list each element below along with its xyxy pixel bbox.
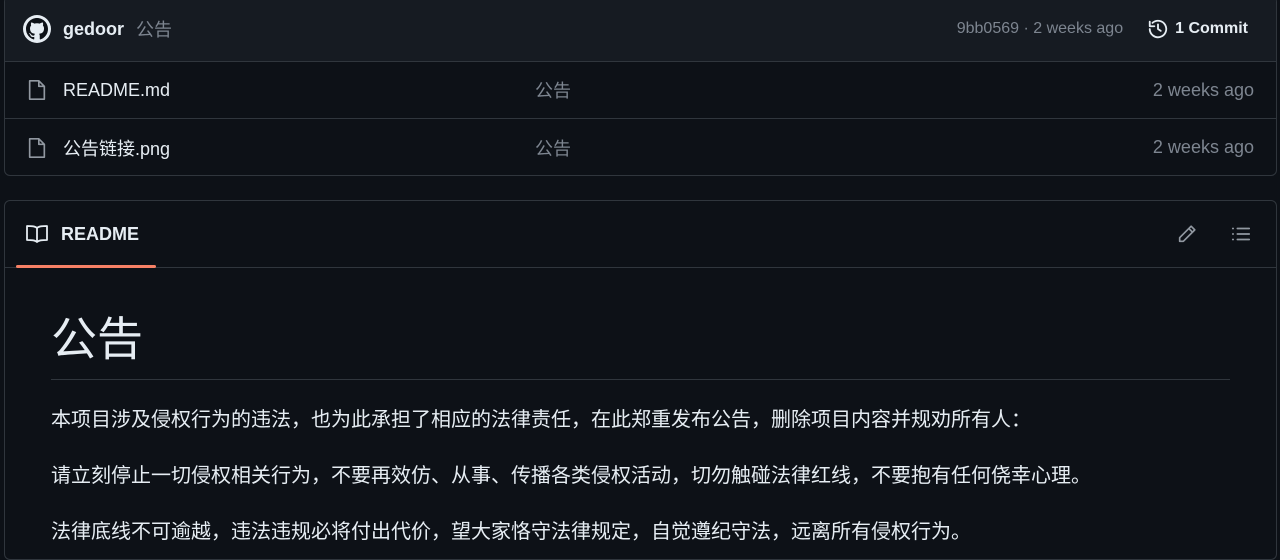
commit-history-link[interactable]: 1 Commit: [1147, 18, 1248, 40]
edit-readme-button[interactable]: [1176, 223, 1198, 245]
file-name-link[interactable]: README.md: [63, 80, 535, 101]
file-commit-message[interactable]: 公告: [535, 135, 1153, 161]
meta-separator: ·: [1023, 20, 1029, 37]
readme-paragraph: 本项目涉及侵权行为的违法，也为此承担了相应的法律责任，在此郑重发布公告，删除项目…: [51, 409, 1031, 432]
active-tab-underline: [16, 265, 156, 268]
file-icon: [27, 137, 49, 159]
readme-content: 公告 本项目涉及侵权行为的违法，也为此承担了相应的法律责任，在此郑重发布公告，删…: [5, 268, 1276, 548]
commit-hash[interactable]: 9bb0569: [957, 20, 1019, 37]
readme-paragraph: 法律底线不可逾越，违法违规必将付出代价，望大家恪守法律规定，自觉遵纪守法，远离所…: [51, 521, 971, 544]
book-icon: [26, 225, 48, 243]
file-icon: [27, 79, 49, 101]
readme-title: 公告: [51, 312, 1230, 381]
file-row[interactable]: 公告链接.png 公告 2 weeks ago: [5, 119, 1276, 175]
file-commit-message[interactable]: 公告: [535, 77, 1153, 103]
commit-message[interactable]: 公告: [136, 16, 172, 42]
list-icon: [1231, 227, 1251, 241]
readme-paragraph: 请立刻停止一切侵权相关行为，不要再效仿、从事、传播各类侵权活动，切勿触碰法律红线…: [51, 465, 1091, 488]
latest-commit-bar: gedoor 公告 9bb0569 · 2 weeks ago 1 Commit: [5, 0, 1276, 62]
github-logo-icon: [26, 18, 48, 40]
file-commit-time: 2 weeks ago: [1152, 79, 1254, 100]
outline-button[interactable]: [1230, 223, 1252, 245]
file-list-box: gedoor 公告 9bb0569 · 2 weeks ago 1 Commit…: [4, 0, 1277, 176]
pencil-icon: [1178, 225, 1196, 243]
tab-readme-label: README: [61, 223, 140, 244]
file-commit-time: 2 weeks ago: [1152, 137, 1254, 157]
commit-time: 2 weeks ago: [1033, 20, 1124, 37]
file-name-link[interactable]: 公告链接.png: [63, 135, 535, 161]
commit-count-label: 1 Commit: [1175, 20, 1248, 37]
file-row[interactable]: README.md 公告 2 weeks ago: [5, 62, 1276, 119]
author-avatar[interactable]: [23, 15, 51, 43]
readme-header: README: [5, 201, 1276, 268]
readme-box: README 公告 本项目涉及侵权行为的违法，也为此承担了相应的法律责任，在此郑…: [4, 200, 1277, 560]
readme-actions: [1176, 223, 1252, 245]
history-icon: [1148, 19, 1168, 39]
tab-readme[interactable]: README: [25, 224, 139, 245]
commit-author[interactable]: gedoor: [63, 19, 124, 40]
commit-meta[interactable]: 9bb0569 · 2 weeks ago: [957, 20, 1123, 38]
